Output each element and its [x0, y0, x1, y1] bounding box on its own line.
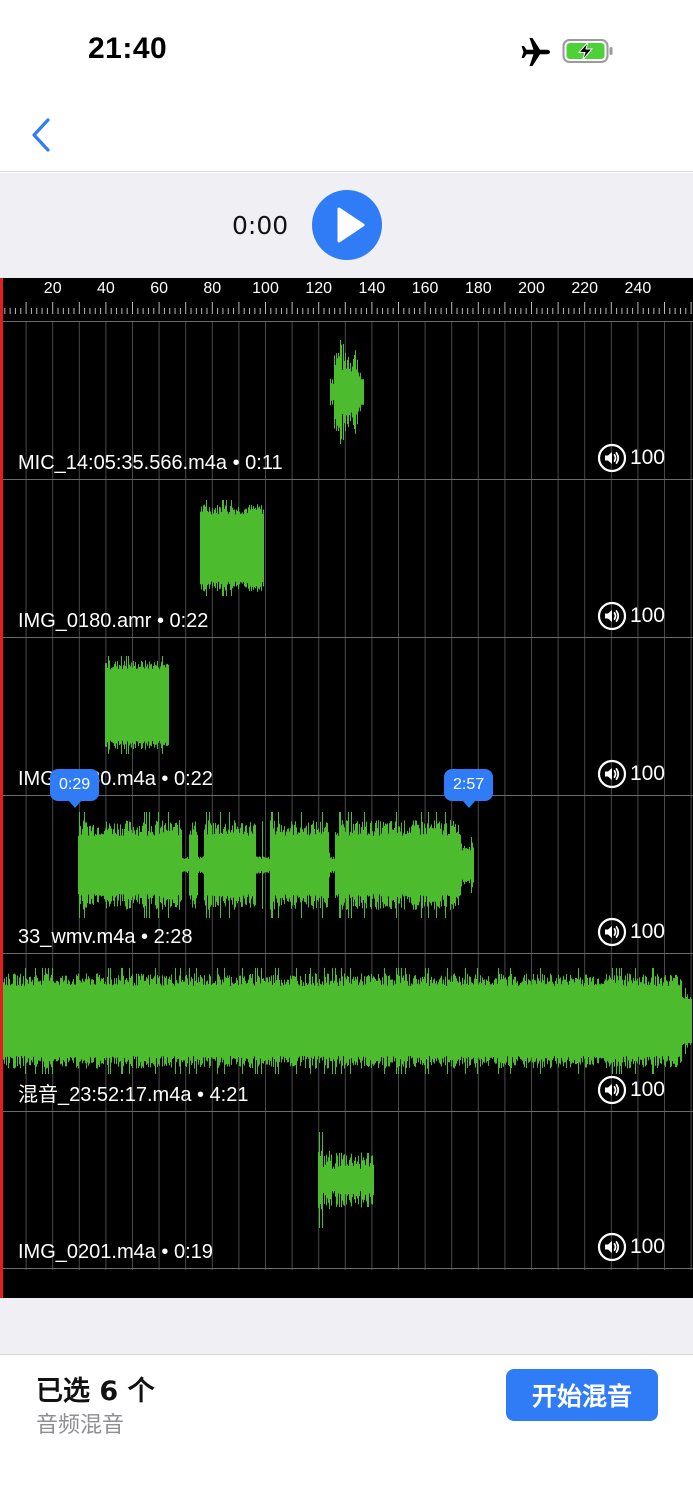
waveform — [200, 500, 264, 596]
trim-start-marker[interactable]: 0:29 — [50, 769, 100, 808]
speaker-icon — [597, 759, 627, 789]
speaker-icon — [597, 601, 627, 631]
track-row[interactable]: 33_wmv.m4a • 2:28 100 — [0, 795, 693, 953]
volume-value: 100 — [629, 446, 665, 469]
speaker-icon — [597, 443, 627, 473]
status-bar: 21:40 — [0, 0, 693, 100]
speaker-icon — [597, 1075, 627, 1105]
waveform — [330, 340, 364, 444]
volume-value: 100 — [629, 1235, 665, 1258]
selected-count: 已选 6 个 — [36, 1376, 155, 1407]
play-icon — [337, 207, 365, 243]
start-mix-button[interactable]: 开始混音 — [506, 1369, 658, 1421]
track-volume[interactable]: 100 — [597, 1232, 665, 1262]
timeline[interactable]: 20 40 60 80 100 120 140 160 180 200 220 240 MIC_14:… — [0, 278, 693, 1298]
speaker-icon — [597, 917, 627, 947]
track-row[interactable]: MIC_14:05:35.566.m4a • 0:11 100 — [0, 321, 693, 479]
waveform — [78, 812, 474, 918]
track-row[interactable]: IMG_0180.amr • 0:22 100 — [0, 479, 693, 637]
navigation-bar — [0, 100, 693, 172]
volume-value: 100 — [629, 762, 665, 785]
track-label: IMG_0201.m4a • 0:19 — [18, 1241, 213, 1263]
track-label: IMG_0180.m4a • 0:22 — [18, 768, 213, 790]
playback-time: 0:00 — [232, 211, 289, 240]
track-label: 33_wmv.m4a • 2:28 — [18, 926, 193, 948]
track-volume[interactable]: 100 — [597, 443, 665, 473]
back-chevron-icon[interactable] — [24, 112, 60, 158]
track-label: 混音_23:52:17.m4a • 4:21 — [18, 1084, 249, 1106]
playhead[interactable] — [0, 278, 3, 1298]
track-volume[interactable]: 100 — [597, 917, 665, 947]
track-volume[interactable]: 100 — [597, 1075, 665, 1105]
spacer — [0, 1298, 693, 1354]
battery-charging-icon — [562, 39, 613, 63]
play-button[interactable] — [312, 190, 382, 260]
track-label: IMG_0180.amr • 0:22 — [18, 610, 209, 632]
track-volume[interactable]: 100 — [597, 759, 665, 789]
bottom-bar: 已选 6 个 音频混音 开始混音 — [0, 1354, 693, 1500]
trim-end-marker[interactable]: 2:57 — [444, 769, 494, 808]
player-bar: 0:00 — [0, 173, 693, 278]
waveform — [318, 1132, 374, 1228]
track-row[interactable]: IMG_0180.m4a • 0:22 100 — [0, 637, 693, 795]
track-label: MIC_14:05:35.566.m4a • 0:11 — [18, 452, 283, 474]
airplane-mode-icon — [521, 38, 550, 66]
subtitle: 音频混音 — [36, 1413, 125, 1438]
track-row[interactable]: 混音_23:52:17.m4a • 4:21 100 — [0, 953, 693, 1111]
trim-end-time: 2:57 — [444, 769, 494, 801]
waveform — [2, 968, 692, 1074]
volume-value: 100 — [629, 1078, 665, 1101]
status-time: 21:40 — [88, 32, 168, 65]
trim-start-time: 0:29 — [50, 769, 100, 801]
waveform — [105, 656, 169, 754]
track-volume[interactable]: 100 — [597, 601, 665, 631]
speaker-icon — [597, 1232, 627, 1262]
track-row[interactable]: IMG_0201.m4a • 0:19 100 — [0, 1111, 693, 1269]
volume-value: 100 — [629, 604, 665, 627]
volume-value: 100 — [629, 920, 665, 943]
